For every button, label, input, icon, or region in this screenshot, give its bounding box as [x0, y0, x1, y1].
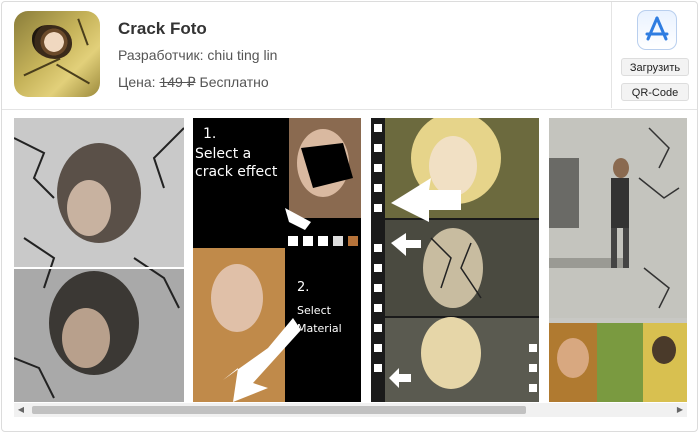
app-header: Crack Foto Разработчик: chiu ting lin Це…	[2, 2, 697, 110]
horizontal-scrollbar[interactable]: ◀ ▶	[14, 403, 687, 417]
screenshot-4[interactable]	[549, 118, 687, 402]
screenshots-strip[interactable]: 1. Select a crack effect 2. Select Mater…	[14, 118, 687, 402]
app-title[interactable]: Crack Foto	[118, 19, 207, 39]
price-new: Бесплатно	[199, 74, 269, 90]
scrollbar-thumb[interactable]	[32, 406, 526, 414]
step2-line1: Select	[297, 304, 331, 317]
price-row: Цена: 149 ₽ Бесплатно	[118, 74, 269, 91]
arrow-right-icon[interactable]: ▶	[673, 403, 687, 417]
app-store-icon[interactable]	[637, 10, 677, 50]
developer-label: Разработчик: chiu ting lin	[118, 47, 278, 63]
step1-line2: crack effect	[195, 164, 278, 180]
price-old: 149 ₽	[159, 74, 196, 90]
step1-number: 1.	[203, 126, 217, 142]
step2-line2: Material	[297, 322, 342, 335]
screenshot-1[interactable]	[14, 118, 184, 402]
arrow-left-icon[interactable]: ◀	[14, 403, 28, 417]
price-label: Цена:	[118, 74, 156, 90]
screenshot-2[interactable]: 1. Select a crack effect 2. Select Mater…	[193, 118, 361, 402]
side-panel: Загрузить QR-Code	[611, 2, 698, 108]
app-icon-crack	[77, 18, 89, 46]
app-icon[interactable]	[14, 11, 100, 97]
screenshot-3[interactable]	[371, 118, 539, 402]
step1-line1: Select a	[195, 146, 252, 162]
app-icon-face	[32, 25, 72, 59]
app-icon-crack	[56, 63, 90, 85]
download-button[interactable]: Загрузить	[621, 58, 689, 76]
app-card: Crack Foto Разработчик: chiu ting lin Це…	[1, 1, 698, 432]
app-icon-crack	[23, 57, 61, 77]
step2-number: 2.	[297, 280, 310, 295]
qr-code-button[interactable]: QR-Code	[621, 83, 689, 101]
